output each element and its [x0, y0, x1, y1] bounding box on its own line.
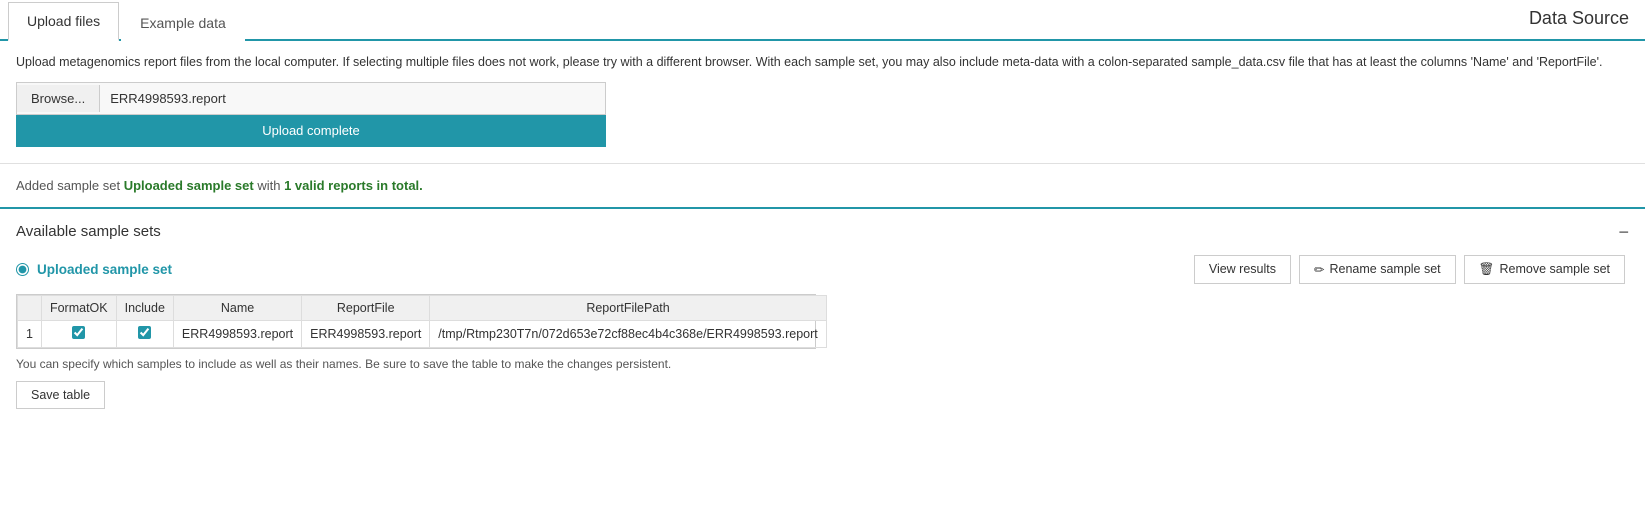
success-suffix: valid reports in total. [291, 178, 422, 193]
cell-formatok [41, 320, 116, 347]
col-header-include: Include [116, 295, 173, 320]
table-header-row: FormatOK Include Name ReportFile ReportF… [18, 295, 827, 320]
sample-set-radio-row: Uploaded sample set [16, 262, 1194, 277]
description-text: Upload metagenomics report files from th… [16, 53, 1629, 72]
browse-button[interactable]: Browse... [17, 85, 100, 112]
collapse-button[interactable]: − [1618, 223, 1629, 241]
action-buttons: View results ✏ Rename sample set 🗑 Remov… [1194, 255, 1629, 284]
col-header-formatok: FormatOK [41, 295, 116, 320]
cell-include [116, 320, 173, 347]
tab-upload-files[interactable]: Upload files [8, 2, 119, 41]
col-header-reportfilepath: ReportFilePath [430, 295, 826, 320]
view-results-button[interactable]: View results [1194, 255, 1291, 284]
upload-progress-bar: Upload complete [16, 115, 606, 147]
description-section: Upload metagenomics report files from th… [0, 41, 1645, 164]
col-header-index [18, 295, 42, 320]
pencil-icon: ✏ [1314, 262, 1324, 277]
formatok-checkbox[interactable] [72, 326, 85, 339]
cell-name: ERR4998593.report [173, 320, 301, 347]
table-row: 1 ERR4998593.report ERR4998593.report /t… [18, 320, 827, 347]
remove-label: Remove sample set [1500, 262, 1610, 276]
success-section: Added sample set Uploaded sample set wit… [0, 164, 1645, 209]
sample-sets-header: Available sample sets − [16, 223, 1629, 241]
trash-icon: 🗑 [1479, 262, 1495, 277]
file-name-display: ERR4998593.report [100, 83, 605, 115]
sample-set-label: Uploaded sample set [37, 262, 172, 277]
col-header-name: Name [173, 295, 301, 320]
sample-table-container: FormatOK Include Name ReportFile ReportF… [16, 294, 816, 349]
success-middle: with [254, 178, 284, 193]
file-input-row: Browse... ERR4998593.report [16, 82, 606, 116]
include-checkbox[interactable] [138, 326, 151, 339]
sample-set-select-row: Uploaded sample set View results ✏ Renam… [16, 255, 1629, 284]
file-upload-area: Browse... ERR4998593.report Upload compl… [16, 82, 606, 147]
cell-reportfilepath: /tmp/Rtmp230T7n/072d653e72cf88ec4b4c368e… [430, 320, 826, 347]
cell-reportfile: ERR4998593.report [302, 320, 430, 347]
sample-table: FormatOK Include Name ReportFile ReportF… [17, 295, 827, 348]
cell-index: 1 [18, 320, 42, 347]
success-prefix: Added sample set [16, 178, 124, 193]
sample-set-radio[interactable] [16, 263, 29, 276]
sample-sets-section: Available sample sets − Uploaded sample … [0, 209, 1645, 423]
datasource-label: Data Source [1529, 8, 1629, 29]
save-table-button[interactable]: Save table [16, 381, 105, 409]
sample-sets-title: Available sample sets [16, 223, 161, 240]
rename-button[interactable]: ✏ Rename sample set [1299, 255, 1456, 284]
rename-label: Rename sample set [1329, 262, 1440, 276]
tabs-bar: Upload files Example data Data Source [0, 0, 1645, 41]
tab-example-data[interactable]: Example data [121, 4, 245, 41]
col-header-reportfile: ReportFile [302, 295, 430, 320]
table-hint: You can specify which samples to include… [16, 357, 1629, 371]
success-set-name: Uploaded sample set [124, 178, 254, 193]
remove-button[interactable]: 🗑 Remove sample set [1464, 255, 1625, 284]
